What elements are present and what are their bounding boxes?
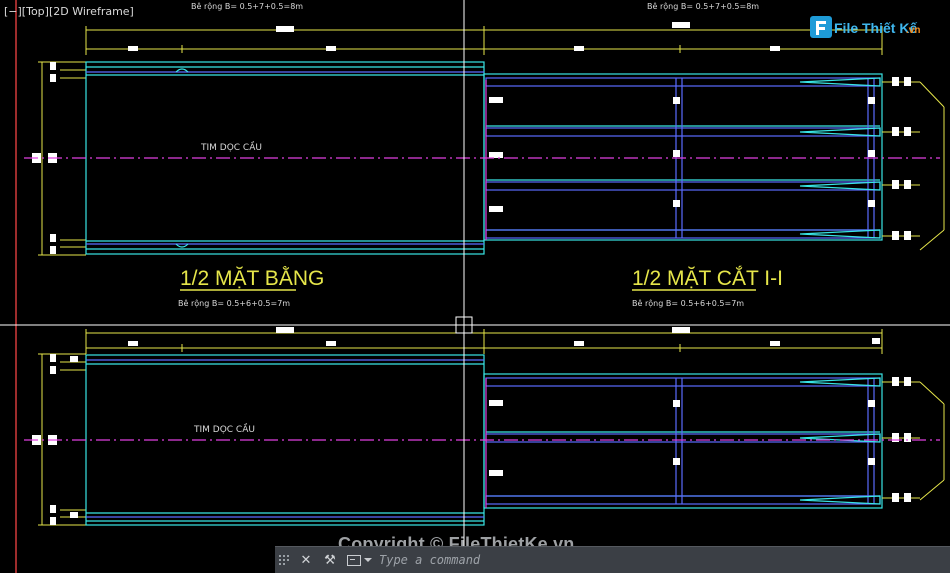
dimension-right-bottom [882, 381, 945, 501]
customize-wrench-icon[interactable]: ⚒ [321, 551, 339, 569]
plan-bottom: Bê rộng B= 0.5+6+0.5=7m Bê rộng B= 0.5+6… [24, 298, 945, 526]
dimension-top [85, 26, 883, 55]
dim-label-bottom-right: Bê rộng B= 0.5+6+0.5=7m [632, 298, 744, 308]
axis-label-bottom: TIM DỌC CẦU [193, 422, 255, 435]
command-line-bar: ✕ ⚒ [275, 546, 950, 573]
deck-right-section [483, 73, 883, 241]
recent-commands-button[interactable] [347, 551, 373, 569]
drawing-viewport[interactable]: Bê rộng B= 0.5+7+0.5=8m Bê rộng B= 0.5+7… [0, 0, 950, 573]
title-half-section: 1/2 MẶT CẮT I-I [632, 266, 783, 290]
chevron-down-icon [364, 558, 372, 562]
close-icon[interactable]: ✕ [297, 551, 315, 569]
dim-label-top-right: Bê rộng B= 0.5+7+0.5=8m [647, 1, 759, 11]
dim-label-bottom-left: Bê rộng B= 0.5+6+0.5=7m [178, 298, 290, 308]
command-input[interactable] [377, 549, 950, 571]
cad-drawing[interactable]: Bê rộng B= 0.5+7+0.5=8m Bê rộng B= 0.5+7… [0, 0, 950, 573]
dimension-right [882, 81, 945, 251]
deck-right-section-bottom [483, 373, 883, 509]
dimension-top-marks [128, 22, 780, 51]
axis-label-top: TIM DỌC CẦU [200, 140, 262, 153]
dimension-bottom [85, 329, 883, 354]
dimension-bottom-marks [128, 327, 880, 346]
title-half-plan: 1/2 MẶT BẰNG [180, 266, 324, 290]
command-prompt-icon [347, 554, 361, 566]
drag-grip-icon[interactable] [279, 551, 291, 569]
dim-label-top-left: Bê rộng B= 0.5+7+0.5=8m [191, 1, 303, 11]
logo-brand-text: File Thiết Kế [834, 20, 917, 36]
viewport-controls-label[interactable]: [−][Top][2D Wireframe] [4, 5, 134, 18]
filethietke-logo: File Thiết Kế .vn [810, 16, 920, 38]
logo-domain-text: .vn [906, 25, 920, 36]
plan-top: Bê rộng B= 0.5+7+0.5=8m Bê rộng B= 0.5+7… [24, 1, 945, 291]
